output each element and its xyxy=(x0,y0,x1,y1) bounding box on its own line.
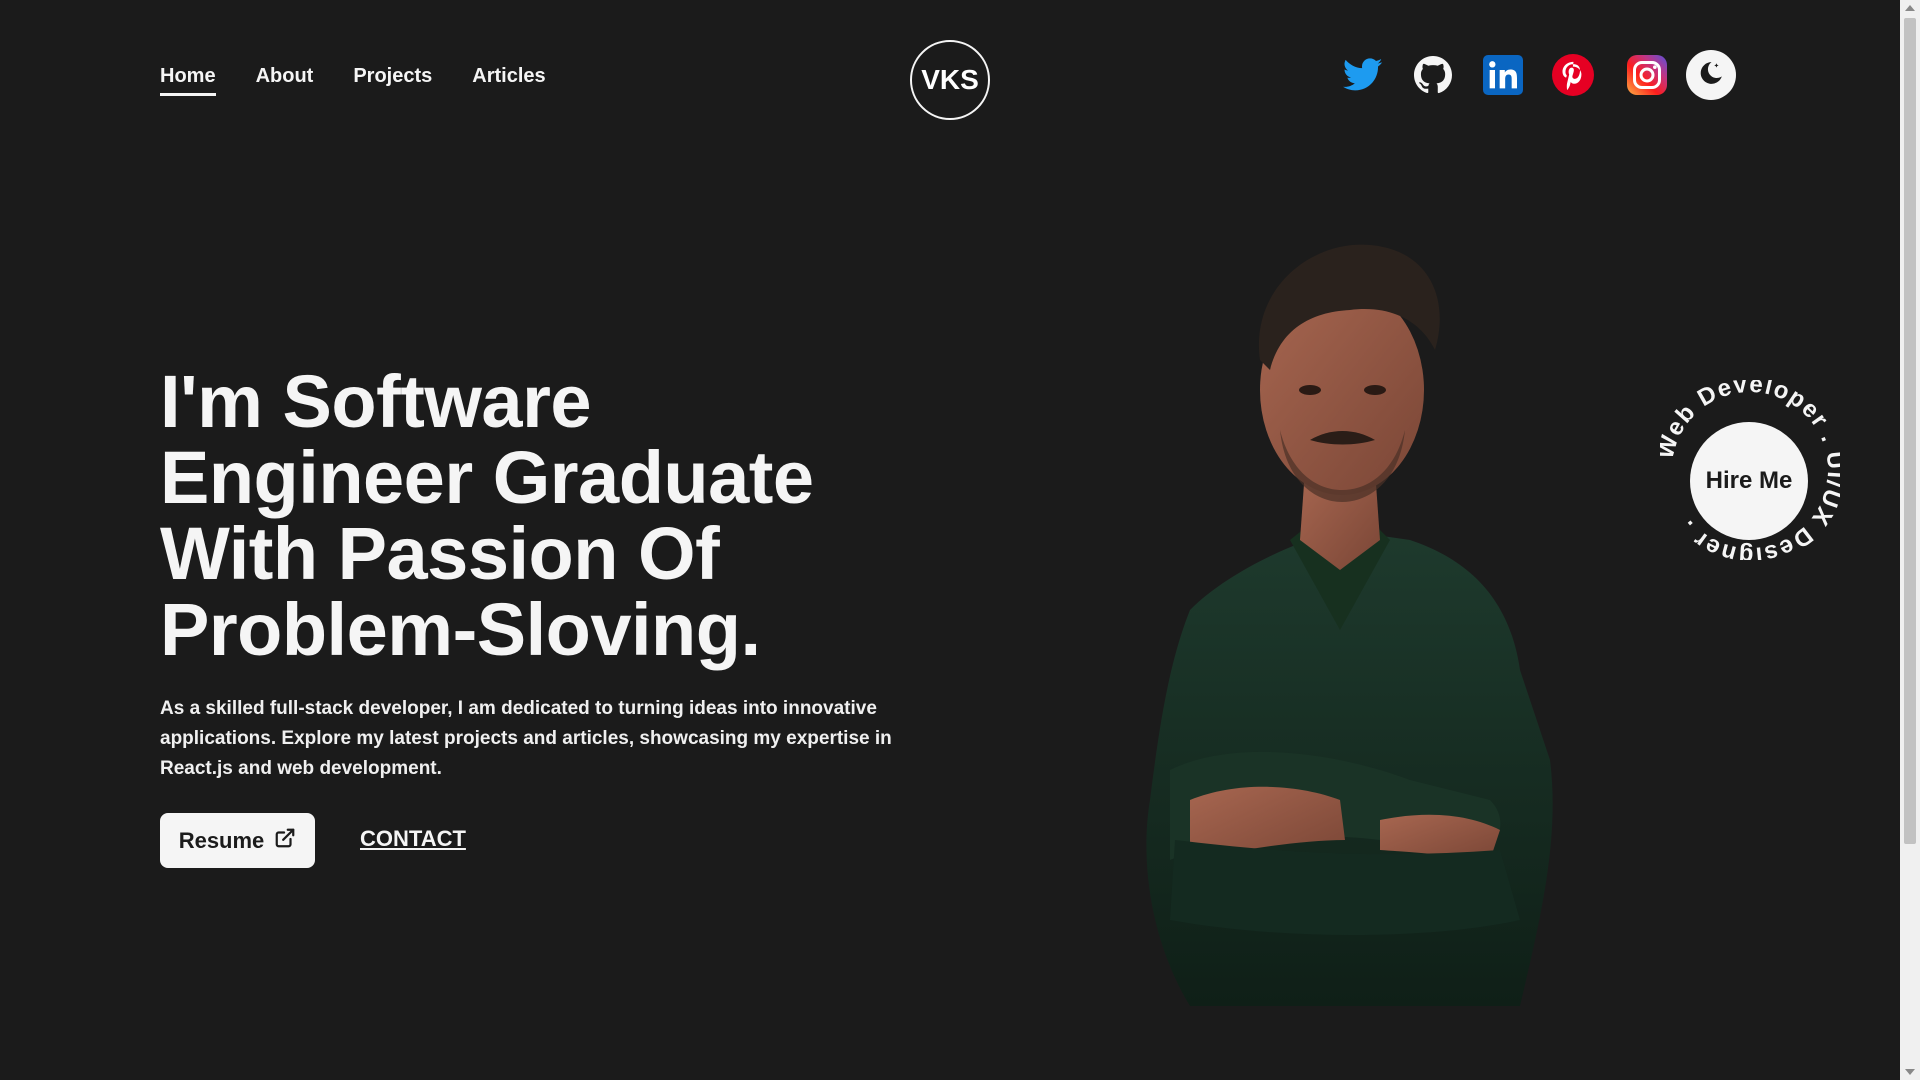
page: Home About Projects Articles VKS I'm Sof… xyxy=(0,0,1900,1080)
hire-me-button[interactable]: Hire Me xyxy=(1690,422,1808,540)
profile-photo xyxy=(1080,240,1600,1006)
scroll-down-icon[interactable] xyxy=(1905,1069,1915,1075)
headline-line: I'm Software xyxy=(160,360,592,443)
external-link-icon xyxy=(274,827,296,855)
pinterest-icon[interactable] xyxy=(1550,52,1596,98)
headline-line: Engineer Graduate xyxy=(160,436,814,519)
headline-line: Problem-Sloving. xyxy=(160,588,761,671)
theme-toggle-button[interactable] xyxy=(1686,50,1736,100)
nav-home[interactable]: Home xyxy=(160,62,216,96)
social-links xyxy=(1340,50,1736,100)
main-nav: Home About Projects Articles xyxy=(160,62,546,96)
headline-line: With Passion Of xyxy=(160,512,720,595)
github-icon[interactable] xyxy=(1410,52,1456,98)
scroll-up-icon[interactable] xyxy=(1905,5,1915,11)
twitter-icon[interactable] xyxy=(1340,52,1386,98)
hero-intro: As a skilled full-stack developer, I am … xyxy=(160,698,892,779)
instagram-icon[interactable] xyxy=(1624,52,1670,98)
nav-articles[interactable]: Articles xyxy=(472,62,545,96)
resume-label: Resume xyxy=(178,827,265,853)
moon-icon xyxy=(1698,60,1724,91)
nav-about[interactable]: About xyxy=(256,62,314,96)
nav-projects[interactable]: Projects xyxy=(353,62,432,96)
hero-headline: I'm Software Engineer Graduate With Pass… xyxy=(160,364,920,668)
resume-button[interactable]: Resume xyxy=(160,813,315,868)
hire-me-badge[interactable]: Web Developer . UI/UX Designer . Hire Me xyxy=(1660,380,1840,560)
scrollbar[interactable] xyxy=(1900,0,1920,1080)
scroll-thumb[interactable] xyxy=(1904,18,1916,844)
contact-link[interactable]: CONTACT xyxy=(360,826,466,852)
linkedin-icon[interactable] xyxy=(1480,52,1526,98)
site-logo[interactable]: VKS xyxy=(910,40,990,120)
